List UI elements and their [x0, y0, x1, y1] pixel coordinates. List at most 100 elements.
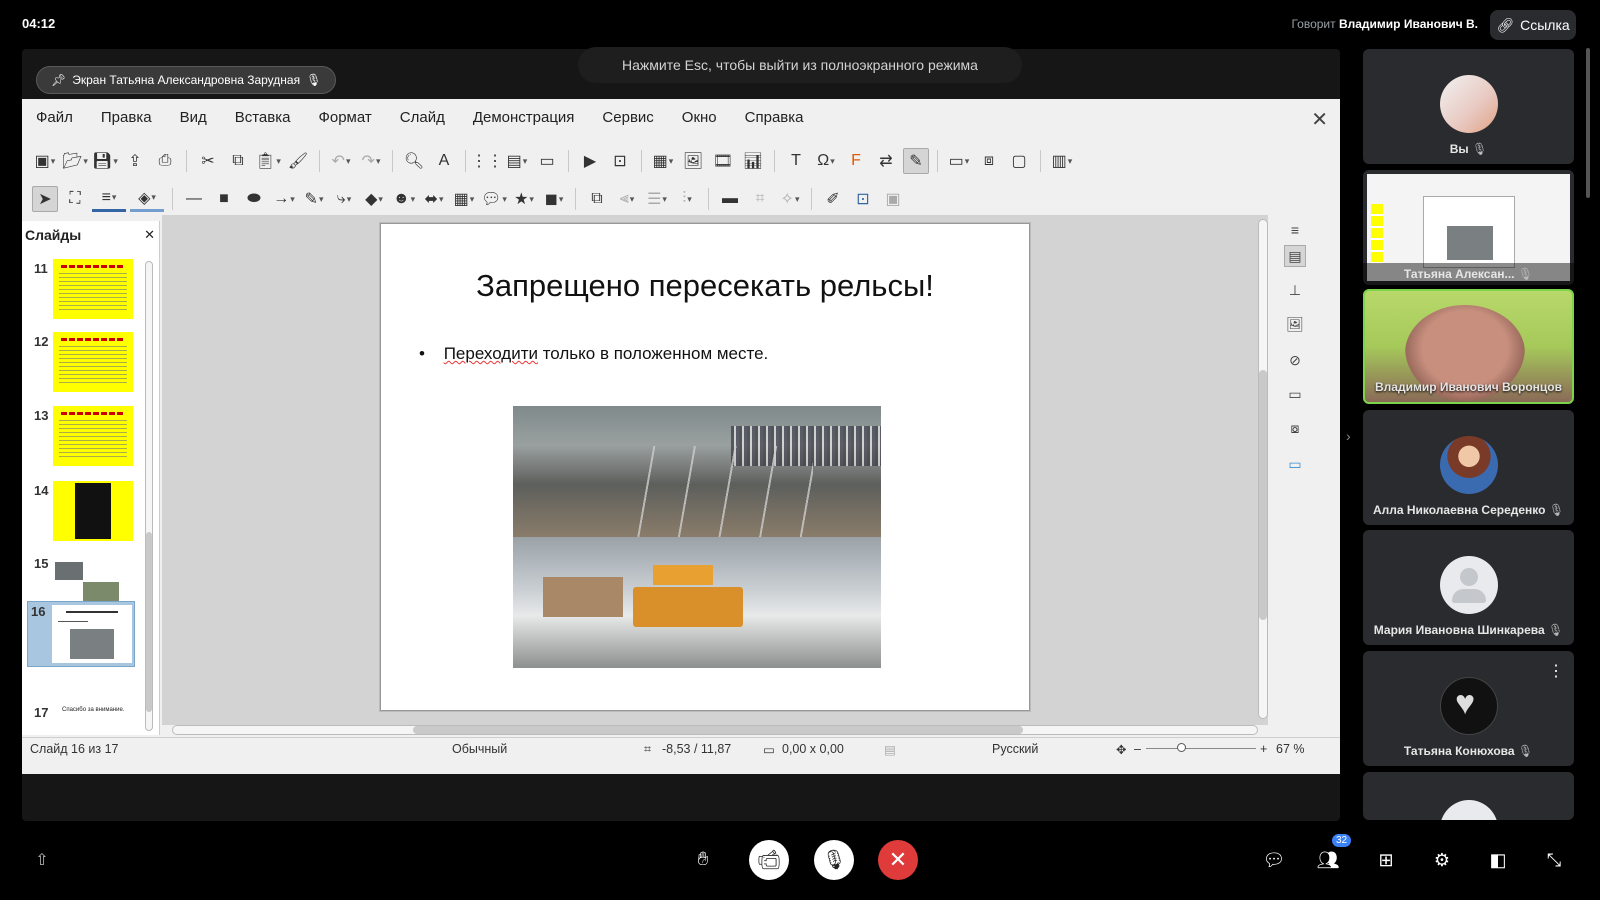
participant-tile[interactable]: ⋮ Татьяна Конюхова 🎙︎ [1363, 651, 1574, 766]
clone-format-icon[interactable]: 🖌︎ [285, 148, 311, 174]
zoom-out-icon[interactable]: – [1134, 742, 1141, 756]
glue-points-icon[interactable]: ⊡ [850, 186, 876, 212]
slide-layout-icon[interactable]: ▥ [1049, 148, 1075, 174]
properties-icon[interactable]: ▤ [1284, 245, 1306, 267]
rotate-icon[interactable]: ⧉ [584, 186, 610, 212]
hyperlink-icon[interactable]: ⇄ [873, 148, 899, 174]
image-icon[interactable]: 🖼︎ [680, 148, 706, 174]
fill-color-icon[interactable]: ◈ [130, 186, 164, 212]
textbox-icon[interactable]: T [783, 148, 809, 174]
menu-help[interactable]: Справка [745, 109, 804, 126]
line-color-icon[interactable]: ≡ [92, 186, 126, 212]
curve-icon[interactable]: ✎ [301, 186, 327, 212]
new-icon[interactable]: ▣ [32, 148, 58, 174]
export-icon[interactable]: ⇪ [122, 148, 148, 174]
comment-icon[interactable]: ▭ [946, 148, 972, 174]
participant-tile-partial[interactable] [1363, 772, 1574, 820]
find-icon[interactable]: 🔍︎ [401, 148, 427, 174]
connector-icon[interactable]: ⤷ [331, 186, 357, 212]
paste-icon[interactable]: 📋︎ [255, 148, 281, 174]
screen-share-chip[interactable]: 📌︎ Экран Татьяна Александровна Зарудная … [36, 66, 337, 94]
slide-thumbnail-16-selected[interactable]: 16 [27, 601, 135, 667]
crop-icon[interactable]: ⌗ [747, 186, 773, 212]
navigator-icon[interactable]: ⊘ [1284, 349, 1306, 371]
menu-slide[interactable]: Слайд [400, 109, 445, 126]
spelling-icon[interactable]: A [431, 148, 457, 174]
block-arrows-icon[interactable]: ⬌ [421, 186, 447, 212]
undo-icon[interactable]: ↶ [328, 148, 354, 174]
gallery-icon[interactable]: ⧇ [1284, 417, 1306, 439]
styles-icon[interactable]: ▭ [1284, 453, 1306, 475]
camera-off-icon[interactable]: 📹︎ [749, 840, 789, 880]
save-icon[interactable]: 💾︎ [92, 148, 118, 174]
redo-icon[interactable]: ↷ [358, 148, 384, 174]
share-screen-icon[interactable]: ⇧ [24, 840, 60, 880]
slide-transition-icon[interactable]: ⊥ [1284, 279, 1306, 301]
ellipse-icon[interactable]: ⬬ [241, 186, 267, 212]
menu-window[interactable]: Окно [682, 109, 717, 126]
show-comments-icon[interactable]: ⧈ [976, 148, 1002, 174]
participant-tile[interactable]: Мария Ивановна Шинкарева 🎙︎ [1363, 530, 1574, 645]
exit-fullscreen-icon[interactable]: ⤡ [1536, 840, 1572, 880]
zoom-level[interactable]: 67 % [1276, 742, 1305, 756]
align-icon[interactable]: ⫷ [614, 186, 640, 212]
leave-call-icon[interactable]: ✕ [878, 840, 918, 880]
rectangle-icon[interactable]: ■ [211, 186, 237, 212]
close-document-icon[interactable]: ✕ [1311, 107, 1328, 132]
fit-slide-icon[interactable]: ✥ [1116, 742, 1126, 757]
canvas-horizontal-scrollbar[interactable] [172, 725, 1258, 735]
menu-edit[interactable]: Правка [101, 109, 152, 126]
table-icon[interactable]: ▦ [650, 148, 676, 174]
raise-hand-icon[interactable]: ✋︎ [683, 840, 723, 880]
menu-format[interactable]: Формат [318, 109, 371, 126]
menu-view[interactable]: Вид [180, 109, 207, 126]
fontwork-icon[interactable]: F [843, 148, 869, 174]
zoom-in-icon[interactable]: + [1260, 742, 1267, 756]
menu-insert[interactable]: Вставка [235, 109, 291, 126]
menu-tools[interactable]: Сервис [602, 109, 653, 126]
canvas-vertical-scrollbar[interactable] [1258, 219, 1268, 719]
stars-icon[interactable]: ★ [511, 186, 537, 212]
chat-icon[interactable]: 💬︎ [1256, 840, 1292, 880]
zoom-slider-handle[interactable] [1177, 743, 1186, 752]
current-slide[interactable]: Запрещено пересекать рельсы! • Переходит… [380, 223, 1030, 711]
distribute-icon[interactable]: ⫶ [674, 186, 700, 212]
sidebar-menu-icon[interactable]: ≡ [1284, 219, 1306, 241]
railway-photo[interactable] [513, 406, 881, 668]
shadow-icon[interactable]: ▬ [717, 186, 743, 212]
flowchart-icon[interactable]: ▦ [451, 186, 477, 212]
draw-function-icon[interactable]: ✎ [903, 148, 929, 174]
language[interactable]: Русский [992, 742, 1038, 756]
collapse-panel-icon[interactable]: › [1346, 428, 1351, 444]
basic-shapes-icon[interactable]: ◆ [361, 186, 387, 212]
callouts-icon[interactable]: 💬︎ [481, 186, 507, 212]
special-char-icon[interactable]: Ω [813, 148, 839, 174]
arrange-icon[interactable]: ☰ [644, 186, 670, 212]
copy-icon[interactable]: ⧉ [225, 148, 251, 174]
slides-pane-scrollbar[interactable] [145, 261, 153, 731]
media-icon[interactable]: 🎞︎ [710, 148, 736, 174]
participants-scrollbar[interactable] [1586, 48, 1590, 198]
master-slides-icon[interactable]: ▭ [1284, 383, 1306, 405]
participant-tile-active-speaker[interactable]: Владимир Иванович Воронцов [1363, 289, 1574, 404]
more-options-icon[interactable]: ⋮ [1548, 661, 1564, 681]
open-icon[interactable]: 📂︎ [62, 148, 88, 174]
points-icon[interactable]: ✐ [820, 186, 846, 212]
menu-slideshow[interactable]: Демонстрация [473, 109, 575, 126]
slide-bullet[interactable]: • Переходити только в положенном месте. [419, 344, 768, 364]
chart-icon[interactable]: 📊︎ [740, 148, 766, 174]
filter-icon[interactable]: ✧ [777, 186, 803, 212]
master-slide-icon[interactable]: ▭ [534, 148, 560, 174]
start-current-icon[interactable]: ⊡ [607, 148, 633, 174]
animation-icon[interactable]: 🖼︎ [1284, 313, 1306, 335]
display-views-icon[interactable]: ▤ [504, 148, 530, 174]
participant-tile-screen[interactable]: Татьяна Алексан... 🎙︎ [1363, 170, 1574, 285]
arrow-icon[interactable]: → [271, 186, 297, 212]
grid-view-icon[interactable]: ⊞ [1368, 840, 1404, 880]
zoom-pan-icon[interactable]: ⛶ [62, 186, 88, 212]
close-pane-icon[interactable]: ✕ [144, 227, 155, 243]
symbol-shapes-icon[interactable]: ☻ [391, 186, 417, 212]
3d-objects-icon[interactable]: ◼ [541, 186, 567, 212]
print-icon[interactable]: ⎙ [152, 148, 178, 174]
annotations-icon[interactable]: ▢ [1006, 148, 1032, 174]
